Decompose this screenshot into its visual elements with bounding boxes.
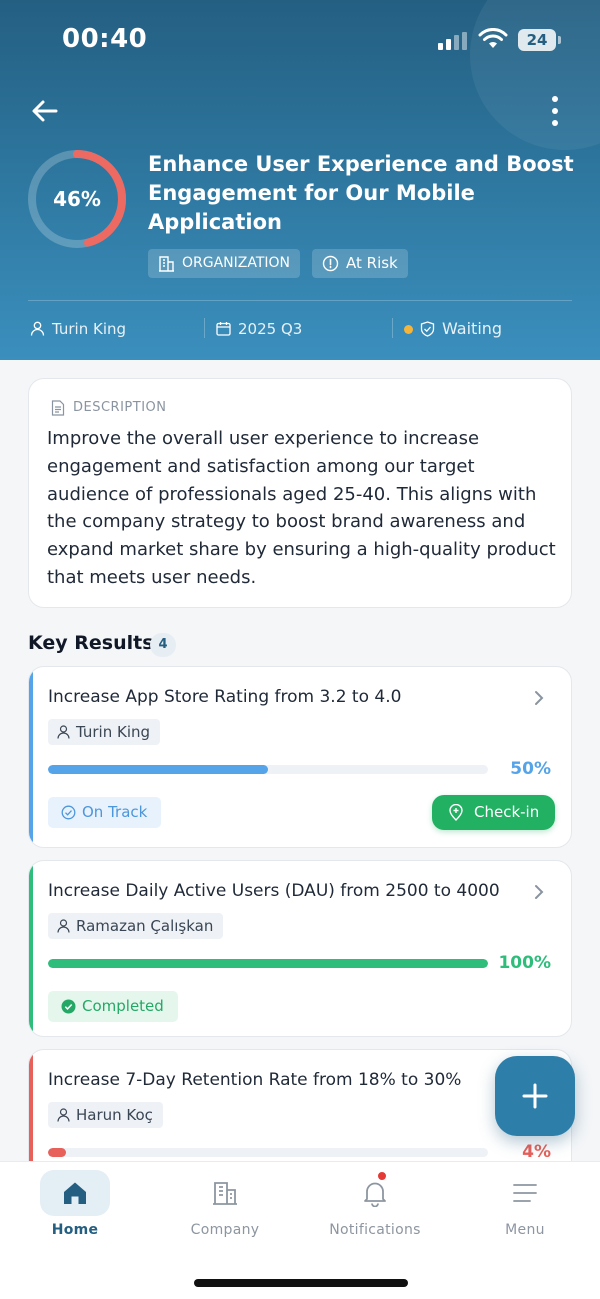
status-time: 00:40 [62, 24, 148, 54]
key-result-percent: 4% [522, 1142, 551, 1162]
risk-tag: At Risk [312, 249, 408, 278]
status-badge: On Track [48, 797, 162, 828]
check-circle-filled-icon [61, 999, 76, 1014]
key-results-count: 4 [150, 633, 176, 657]
objective-period: 2025 Q3 [216, 318, 302, 340]
objective-header: 00:40 24 46% Enhance User Experience and… [0, 0, 600, 360]
building-icon [159, 256, 174, 272]
description-text: Improve the overall user experience to i… [47, 428, 556, 588]
user-icon [57, 919, 70, 933]
nav-item-notifications[interactable]: Notifications [300, 1170, 450, 1250]
key-result-title: Increase 7-Day Retention Rate from 18% t… [48, 1070, 462, 1090]
more-options-icon[interactable] [540, 94, 570, 128]
key-result-title: Increase Daily Active Users (DAU) from 2… [48, 881, 500, 901]
user-icon [57, 725, 70, 739]
wifi-icon [478, 28, 508, 48]
status-dot [404, 325, 413, 334]
home-icon [64, 1182, 86, 1204]
organization-tag: ORGANIZATION [148, 249, 301, 278]
description-card: DESCRIPTION Improve the overall user exp… [28, 378, 572, 608]
objective-progress-label: 46% [53, 187, 101, 211]
description-label: DESCRIPTION [51, 399, 167, 417]
plus-icon [522, 1083, 548, 1109]
key-result-progress-bar [48, 765, 488, 774]
key-result-card[interactable]: Increase App Store Rating from 3.2 to 4.… [28, 666, 572, 848]
battery-icon: 24 [518, 29, 561, 51]
user-icon [30, 321, 45, 336]
status-badge: Completed [48, 991, 178, 1022]
key-result-owner: Turin King [48, 719, 161, 745]
check-in-button[interactable]: Check-in [432, 795, 556, 830]
objective-owner: Turin King [30, 318, 126, 340]
location-plus-icon [449, 804, 463, 821]
alert-circle-icon [322, 255, 339, 272]
chevron-right-icon[interactable] [531, 883, 547, 901]
key-result-owner: Harun Koç [48, 1102, 163, 1128]
status-bar: 00:40 24 [0, 0, 600, 80]
menu-icon [513, 1184, 537, 1202]
key-results-heading: Key Results [28, 632, 154, 654]
cellular-signal-icon [438, 32, 468, 50]
calendar-icon [216, 322, 231, 336]
key-result-progress-bar [48, 959, 488, 968]
key-result-percent: 100% [498, 953, 551, 973]
chevron-right-icon[interactable] [531, 689, 547, 707]
user-icon [57, 1108, 70, 1122]
objective-status: Waiting [404, 318, 502, 340]
objective-title: Enhance User Experience and Boost Engage… [148, 152, 574, 234]
key-result-progress-bar [48, 1148, 488, 1157]
nav-item-menu[interactable]: Menu [450, 1170, 600, 1250]
home-indicator [194, 1279, 408, 1287]
document-icon [51, 400, 65, 416]
back-arrow-icon[interactable] [28, 94, 62, 128]
key-result-owner: Ramazan Çalışkan [48, 913, 224, 939]
building-icon [213, 1182, 237, 1205]
nav-item-home[interactable]: Home [0, 1170, 150, 1250]
bell-icon [364, 1182, 386, 1207]
bottom-navigation: Home Company Notifications Menu [0, 1161, 600, 1299]
key-result-title: Increase App Store Rating from 3.2 to 4.… [48, 687, 402, 707]
nav-item-company[interactable]: Company [150, 1170, 300, 1250]
check-circle-icon [61, 805, 76, 820]
shield-check-icon [420, 321, 435, 337]
notification-badge [376, 1170, 388, 1182]
add-fab-button[interactable] [495, 1056, 575, 1136]
key-result-card[interactable]: Increase Daily Active Users (DAU) from 2… [28, 860, 572, 1037]
key-result-percent: 50% [510, 759, 551, 779]
